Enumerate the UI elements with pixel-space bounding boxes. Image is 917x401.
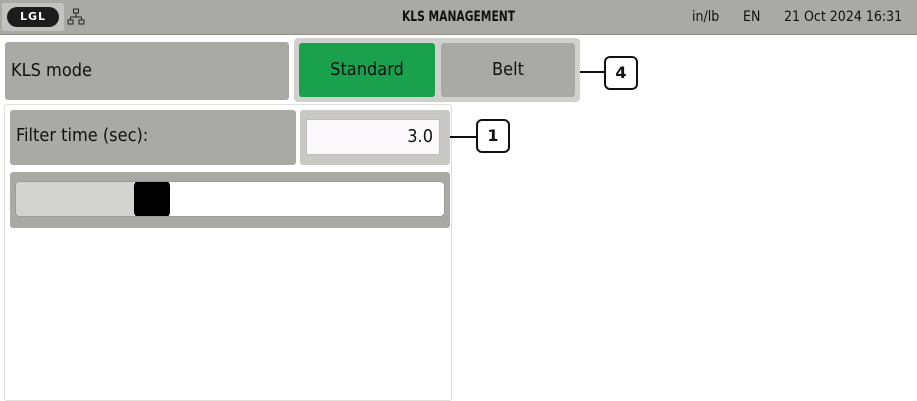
slider-thumb[interactable] [134,182,170,216]
kls-mode-label: KLS mode [5,42,289,100]
filter-slider-frame [10,172,450,228]
callout-1-line [450,136,476,138]
callout-1-badge: 1 [476,119,510,153]
callout-4-badge: 4 [604,56,638,90]
filter-time-slider[interactable] [15,181,445,217]
company-logo: LGL [2,3,64,31]
callout-4-line [580,71,604,73]
units-indicator: in/lb [692,9,720,25]
filter-time-label: Filter time (sec): [10,110,296,165]
belt-mode-button[interactable]: Belt [441,43,575,97]
standard-mode-button[interactable]: Standard [299,43,435,97]
datetime-display: 21 Oct 2024 16:31 [784,9,903,25]
kls-mode-selector: Standard Belt [294,38,580,102]
logo-text: LGL [7,7,59,27]
slider-fill [16,182,134,216]
page-title: KLS MANAGEMENT [401,9,516,25]
filter-time-field-frame: 3.0 [300,110,450,165]
filter-time-input[interactable]: 3.0 [306,119,440,155]
top-bar: LGL KLS MANAGEMENT in/lb EN 21 Oct 2024 … [0,0,917,35]
language-indicator: EN [743,9,761,25]
